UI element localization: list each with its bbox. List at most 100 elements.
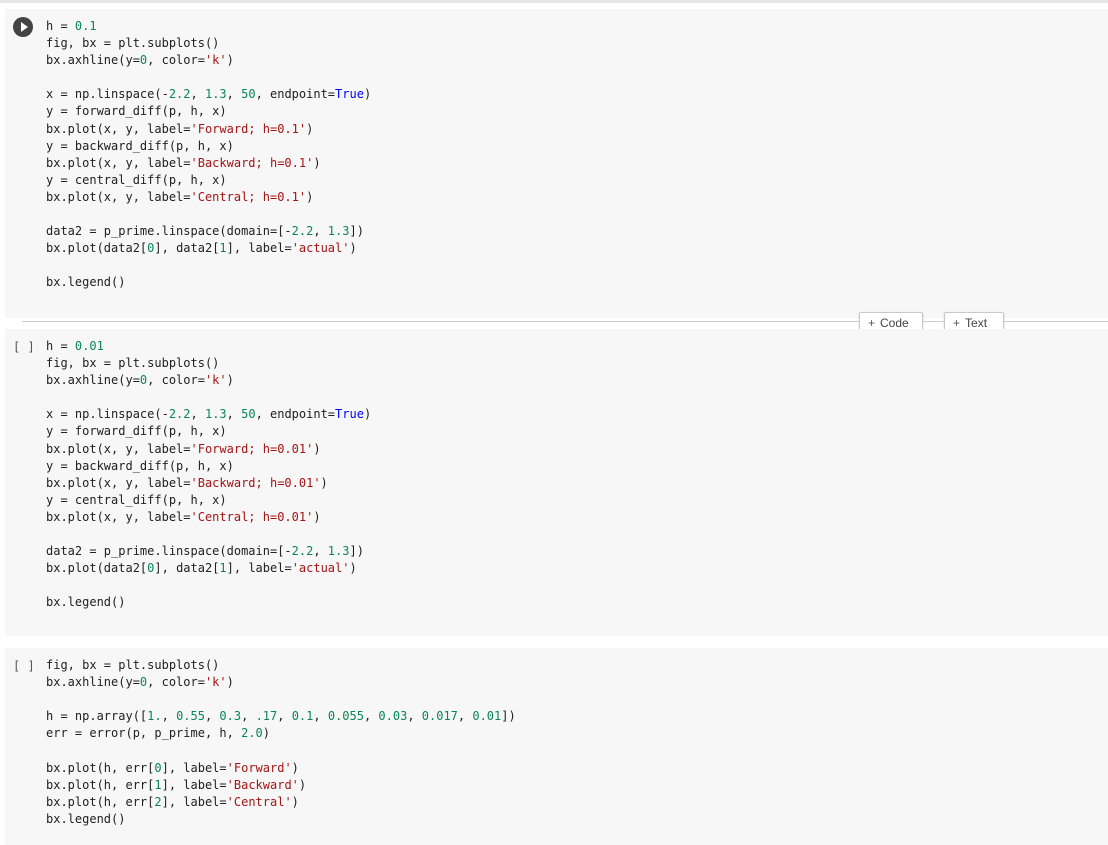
str-token: 'k' [204,675,227,690]
num-token: 0.1 [74,19,97,33]
code-token: ], label= [226,241,292,256]
code-line: fig, bx = plt.subplots() [46,35,371,52]
code-token: bx.plot(h, err[ [46,760,155,775]
plus-icon: + [953,316,961,330]
code-token: bx.plot(x, y, label= [46,441,191,456]
code-editor[interactable]: h = 0.1 fig, bx = plt.subplots() bx.axhlin… [46,18,371,292]
code-line: y = forward_diff(p, h, x) [46,103,371,120]
code-token: , color= [147,675,205,690]
code-token: y = forward_diff(p, h, x) [46,104,227,119]
code-line: bx.plot(h, err[2], label='Central') [46,794,516,811]
code-token: ) [262,726,270,741]
top-border [0,0,1108,3]
code-token: h = [46,19,75,33]
num-token: 1 [154,777,162,792]
code-token: bx.plot(x, y, label= [46,121,191,136]
code-token: , [277,709,292,724]
code-token: bx.plot(h, err[ [46,794,155,809]
code-line: bx.plot(x, y, label='Backward; h=0.01') [46,475,371,492]
code-line: data2 = p_prime.linspace(domain=[-2.2, 1… [46,543,371,560]
code-line: bx.axhline(y=0, color='k') [46,52,371,69]
code-token: ) [226,675,234,690]
code-token: ) [363,407,372,422]
code-line: err = error(p, p_prime, h, 2.0) [46,725,516,742]
code-token: ) [320,475,328,490]
code-token: y = forward_diff(p, h, x) [46,424,227,439]
code-token: , [313,544,328,559]
code-token: ) [306,121,314,136]
code-line: bx.plot(h, err[0], label='Forward') [46,760,516,777]
num-token: 1.3 [204,407,227,422]
code-line: h = 0.01 [46,338,371,355]
code-token: y = central_diff(p, h, x) [46,492,227,507]
code-token: y = backward_diff(p, h, x) [46,458,234,473]
code-token: ]) [349,544,364,559]
code-token: ], label= [161,794,227,809]
code-line: bx.plot(x, y, label='Central; h=0.1') [46,189,371,206]
code-token: bx.plot(data2[ [46,241,148,256]
code-token: , [190,87,205,102]
code-line: y = forward_diff(p, h, x) [46,423,371,440]
num-token: 50 [241,407,256,422]
code-token: , [313,224,328,239]
code-token: bx.legend() [46,811,126,826]
code-token: bx.plot(x, y, label= [46,509,191,524]
code-line: y = central_diff(p, h, x) [46,492,371,509]
code-cell-3[interactable]: [ ] fig, bx = plt.subplots() bx.axhline(y… [5,648,1108,845]
code-line: x = np.linspace(-2.2, 1.3, 50, endpoint=… [46,406,371,423]
code-token: ], label= [226,561,292,576]
code-token: bx.legend() [46,595,126,610]
code-line: bx.plot(data2[0], data2[1], label='actua… [46,560,371,577]
code-token: fig, bx = plt.subplots() [46,658,220,672]
code-token: h = np.array([ [46,709,148,724]
num-token: 1.3 [204,87,227,102]
code-line: y = backward_diff(p, h, x) [46,458,371,475]
code-token: bx.plot(h, err[ [46,777,155,792]
code-token: fig, bx = plt.subplots() [46,356,220,371]
code-line: bx.legend() [46,811,516,828]
code-editor[interactable]: h = 0.01 fig, bx = plt.subplots() bx.axhli… [46,338,371,612]
code-token: bx.plot(x, y, label= [46,189,191,204]
code-token: y = backward_diff(p, h, x) [46,138,234,153]
code-line: fig, bx = plt.subplots() [46,355,371,372]
code-token: , [204,709,220,724]
code-cell-1[interactable]: h = 0.1 fig, bx = plt.subplots() bx.axhlin… [5,9,1108,318]
code-token: , [313,709,328,724]
code-editor[interactable]: fig, bx = plt.subplots() bx.axhline(y=0, … [46,657,516,828]
execution-count[interactable]: [ ] [13,339,35,356]
code-token: , [457,709,473,724]
code-line: bx.plot(x, y, label='Forward; h=0.01') [46,441,371,458]
code-token: bx.plot(x, y, label= [46,475,191,490]
code-line: y = central_diff(p, h, x) [46,172,371,189]
str-token: 'actual' [291,561,350,576]
code-token: ]) [501,709,516,724]
code-token: ], data2[ [154,241,220,256]
code-cell-2[interactable]: [ ] h = 0.01 fig, bx = plt.subplots() bx.a… [5,329,1108,636]
code-token: , [190,407,205,422]
code-line: bx.axhline(y=0, color='k') [46,372,371,389]
num-token: 2.2 [291,224,314,239]
execution-count[interactable]: [ ] [13,658,35,675]
code-line: bx.plot(x, y, label='Backward; h=0.1') [46,155,371,172]
code-token: ) [298,777,307,792]
num-token: 0.03 [378,709,408,724]
code-token: ) [363,87,372,102]
code-token: , color= [147,53,205,68]
code-line: data2 = p_prime.linspace(domain=[-2.2, 1… [46,223,371,240]
code-token: ) [313,441,321,456]
code-line: bx.legend() [46,274,371,291]
str-token: 'k' [204,53,227,68]
str-token: 'k' [204,373,227,388]
run-cell-button[interactable] [13,17,33,37]
code-token: , [226,407,242,422]
code-token: ], label= [161,777,227,792]
code-token: bx.axhline(y= [46,675,140,690]
str-token: 'Central' [226,794,292,809]
num-token: 2.0 [241,726,263,741]
code-token: , [161,709,177,724]
